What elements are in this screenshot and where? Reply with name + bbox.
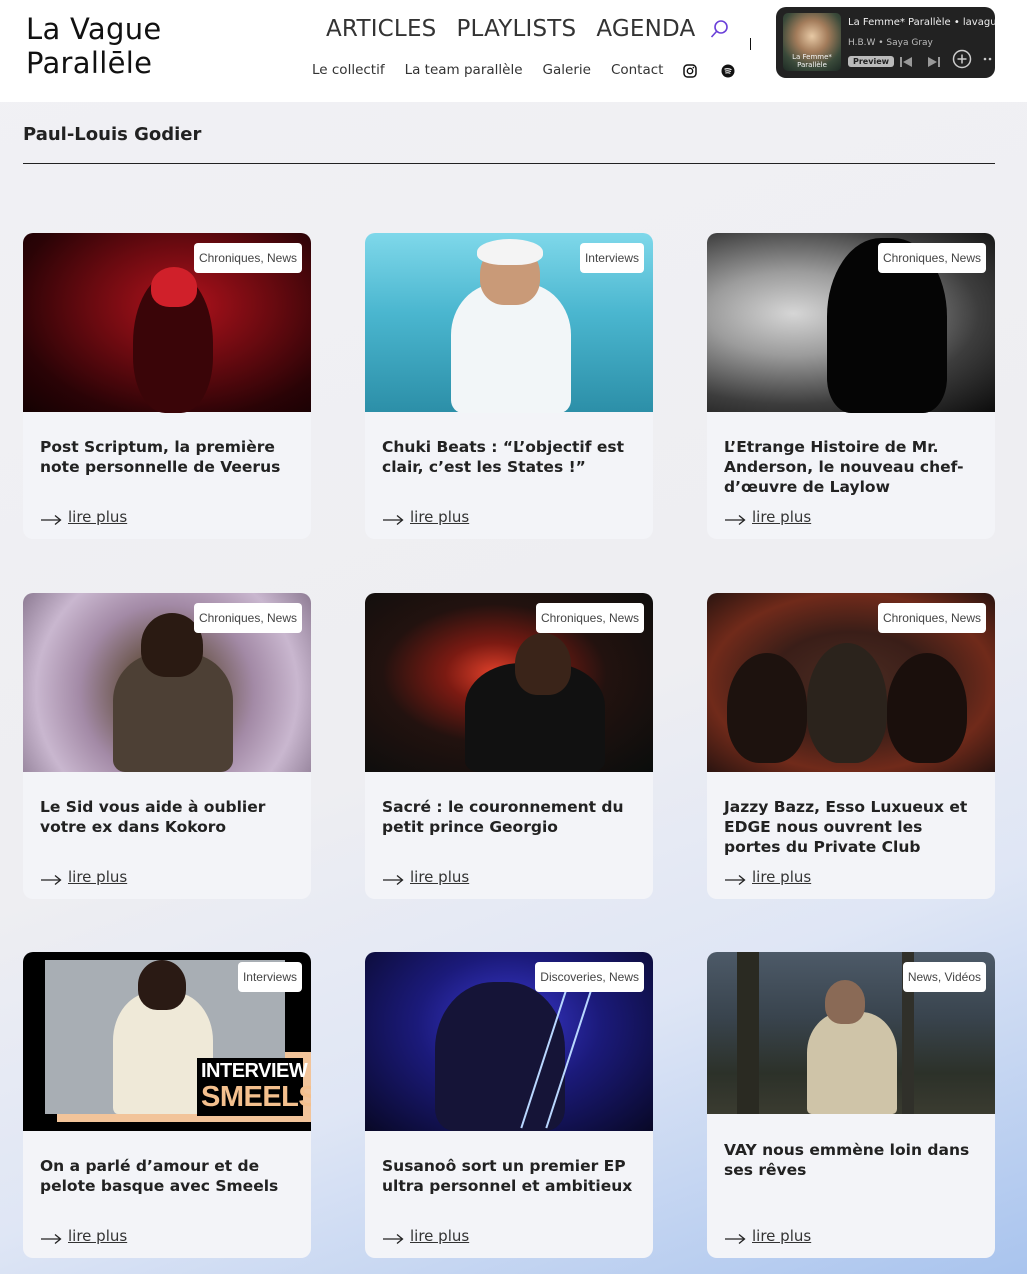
- arrow-right-icon: [724, 871, 746, 886]
- player-artist[interactable]: H.B.W • Saya Gray: [848, 38, 933, 48]
- category-badge[interactable]: Chroniques, News: [193, 243, 302, 273]
- nav-contact[interactable]: Contact: [611, 62, 664, 78]
- article-title[interactable]: Post Scriptum, la première note personne…: [40, 437, 295, 477]
- read-more-link[interactable]: lire plus: [40, 1227, 127, 1245]
- read-more-label: lire plus: [410, 868, 470, 886]
- next-icon[interactable]: [926, 54, 942, 74]
- article-title[interactable]: Susanoô sort un premier EP ultra personn…: [382, 1156, 637, 1196]
- read-more-label: lire plus: [68, 868, 128, 886]
- logo-line-1: La Vague: [26, 12, 162, 46]
- site-header: La Vague Parallēle ARTICLES PLAYLISTS AG…: [0, 0, 1027, 102]
- arrow-right-icon: [382, 871, 404, 886]
- article-card[interactable]: Chroniques, News Post Scriptum, la premi…: [23, 233, 311, 539]
- logo-line-2: Parallēle: [26, 46, 153, 80]
- arrow-right-icon: [40, 871, 62, 886]
- add-icon[interactable]: [952, 49, 972, 73]
- read-more-link[interactable]: lire plus: [724, 508, 811, 526]
- text-cursor: [750, 38, 751, 50]
- previous-icon[interactable]: [898, 54, 914, 74]
- cover-text: La Femme* Parallèle: [792, 53, 832, 69]
- image-caption-line1: INTERVIEW: [201, 1060, 308, 1082]
- page-title: Paul-Louis Godier: [23, 124, 202, 145]
- nav-galerie[interactable]: Galerie: [543, 62, 591, 78]
- read-more-label: lire plus: [752, 508, 812, 526]
- article-card[interactable]: Interviews Chuki Beats : “L’objectif est…: [365, 233, 653, 539]
- article-title[interactable]: On a parlé d’amour et de pelote basque a…: [40, 1156, 295, 1196]
- article-title[interactable]: VAY nous emmène loin dans ses rêves: [724, 1140, 979, 1180]
- arrow-right-icon: [724, 1230, 746, 1245]
- category-badge[interactable]: Interviews: [579, 243, 644, 273]
- search-icon[interactable]: [709, 18, 731, 40]
- read-more-link[interactable]: lire plus: [382, 1227, 469, 1245]
- nav-agenda[interactable]: AGENDA: [596, 16, 695, 42]
- category-badge[interactable]: Discoveries, News: [535, 962, 644, 992]
- article-card[interactable]: Discoveries, News Susanoô sort un premie…: [365, 952, 653, 1258]
- image-caption-line2: SMEELS: [201, 1081, 311, 1113]
- read-more-label: lire plus: [410, 1227, 470, 1245]
- article-card[interactable]: News, Vidéos VAY nous emmène loin dans s…: [707, 952, 995, 1258]
- read-more-label: lire plus: [68, 508, 128, 526]
- secondary-nav: Le collectif La team parallèle Galerie C…: [312, 62, 759, 78]
- read-more-label: lire plus: [68, 1227, 128, 1245]
- article-card[interactable]: Chroniques, News Sacré : le couronnement…: [365, 593, 653, 899]
- article-title[interactable]: Chuki Beats : “L’objectif est clair, c’e…: [382, 437, 637, 477]
- read-more-link[interactable]: lire plus: [382, 868, 469, 886]
- category-badge[interactable]: News, Vidéos: [902, 962, 986, 992]
- arrow-right-icon: [724, 511, 746, 526]
- preview-badge: Preview: [848, 56, 895, 67]
- category-badge[interactable]: Interviews: [237, 962, 302, 992]
- read-more-link[interactable]: lire plus: [724, 1227, 811, 1245]
- spotify-icon[interactable]: [721, 63, 735, 78]
- arrow-right-icon: [382, 511, 404, 526]
- instagram-icon[interactable]: [683, 63, 698, 78]
- nav-articles[interactable]: ARTICLES: [326, 16, 436, 42]
- article-card[interactable]: Chroniques, News L’Etrange Histoire de M…: [707, 233, 995, 539]
- title-divider: [23, 163, 995, 164]
- article-title[interactable]: Jazzy Bazz, Esso Luxueux et EDGE nous ou…: [724, 797, 979, 857]
- read-more-link[interactable]: lire plus: [40, 868, 127, 886]
- category-badge[interactable]: Chroniques, News: [193, 603, 302, 633]
- more-icon[interactable]: [982, 51, 995, 69]
- playlist-cover: La Femme* Parallèle: [783, 13, 841, 71]
- article-card[interactable]: Chroniques, News Le Sid vous aide à oubl…: [23, 593, 311, 899]
- article-title[interactable]: Sacré : le couronnement du petit prince …: [382, 797, 637, 837]
- read-more-link[interactable]: lire plus: [40, 508, 127, 526]
- category-badge[interactable]: Chroniques, News: [535, 603, 644, 633]
- arrow-right-icon: [40, 1230, 62, 1245]
- main-nav: ARTICLES PLAYLISTS AGENDA: [326, 16, 731, 42]
- nav-playlists[interactable]: PLAYLISTS: [456, 16, 576, 42]
- spotify-player[interactable]: La Femme* Parallèle La Femme* Parallèle …: [776, 7, 995, 78]
- nav-le-collectif[interactable]: Le collectif: [312, 62, 385, 78]
- read-more-link[interactable]: lire plus: [724, 868, 811, 886]
- article-card[interactable]: INTERVIEW SMEELS Interviews On a parlé d…: [23, 952, 311, 1258]
- category-badge[interactable]: Chroniques, News: [877, 603, 986, 633]
- read-more-label: lire plus: [752, 1227, 812, 1245]
- player-track-title[interactable]: La Femme* Parallèle • lavaguepa: [848, 17, 995, 28]
- category-badge[interactable]: Chroniques, News: [877, 243, 986, 273]
- read-more-link[interactable]: lire plus: [382, 508, 469, 526]
- arrow-right-icon: [382, 1230, 404, 1245]
- nav-la-team-parallele[interactable]: La team parallèle: [405, 62, 523, 78]
- read-more-label: lire plus: [752, 868, 812, 886]
- article-title[interactable]: L’Etrange Histoire de Mr. Anderson, le n…: [724, 437, 979, 497]
- site-logo[interactable]: La Vague Parallēle: [26, 12, 162, 80]
- read-more-label: lire plus: [410, 508, 470, 526]
- article-title[interactable]: Le Sid vous aide à oublier votre ex dans…: [40, 797, 295, 837]
- article-card[interactable]: Chroniques, News Jazzy Bazz, Esso Luxueu…: [707, 593, 995, 899]
- arrow-right-icon: [40, 511, 62, 526]
